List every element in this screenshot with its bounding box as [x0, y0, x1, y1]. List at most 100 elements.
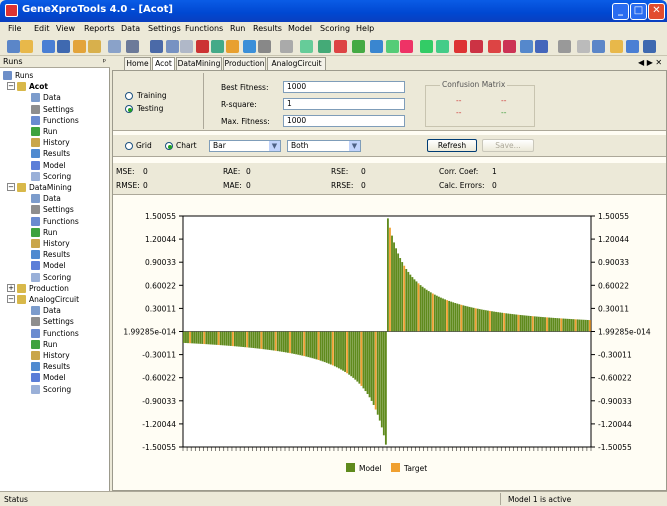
toolbar-tool-icon[interactable]: [334, 40, 347, 53]
tree-item-scoring[interactable]: Scoring: [43, 384, 71, 395]
toolbar-tool-icon[interactable]: [370, 40, 383, 53]
tree-item-results[interactable]: Results: [43, 148, 70, 159]
toolbar-tool-icon[interactable]: [454, 40, 467, 53]
tree-item-history[interactable]: History: [43, 137, 70, 148]
tree-root-runs[interactable]: Runs: [15, 70, 33, 81]
toolbar-tool-icon[interactable]: [577, 40, 590, 53]
expand-icon[interactable]: +: [7, 283, 15, 292]
toolbar-tool-icon[interactable]: [610, 40, 623, 53]
tab-analogcircuit[interactable]: AnalogCircuit: [267, 57, 326, 70]
menu-reports[interactable]: Reports: [84, 24, 115, 33]
tree-item-scoring[interactable]: Scoring: [43, 171, 71, 182]
best-fitness-field[interactable]: 1000: [283, 81, 405, 93]
tree-item-data[interactable]: Data: [43, 193, 61, 204]
tree-item-run[interactable]: Run: [43, 126, 57, 137]
tree-run-acot[interactable]: Acot: [29, 81, 48, 92]
toolbar-tool-icon[interactable]: [643, 40, 656, 53]
toolbar-tool-icon[interactable]: [592, 40, 605, 53]
tree-item-settings[interactable]: Settings: [43, 204, 74, 215]
tab-acot[interactable]: Acot: [152, 57, 175, 70]
toolbar-tool-icon[interactable]: [420, 40, 433, 53]
refresh-button[interactable]: Refresh: [427, 139, 477, 152]
toolbar-tool-icon[interactable]: [300, 40, 313, 53]
toolbar-tool-icon[interactable]: [626, 40, 639, 53]
toolbar-tool-icon[interactable]: [20, 40, 33, 53]
max-fitness-field[interactable]: 1000: [283, 115, 405, 127]
menu-functions[interactable]: Functions: [185, 24, 223, 33]
toolbar-tool-icon[interactable]: [352, 40, 365, 53]
minimize-button[interactable]: _: [612, 3, 629, 20]
tree-run-datamining[interactable]: DataMining: [29, 182, 72, 193]
toolbar-tool-icon[interactable]: [400, 40, 413, 53]
tree-item-model[interactable]: Model: [43, 260, 66, 271]
toolbar-tool-icon[interactable]: [126, 40, 139, 53]
toolbar-tool-icon[interactable]: [73, 40, 86, 53]
toolbar-tool-icon[interactable]: [196, 40, 209, 53]
tree-item-run[interactable]: Run: [43, 339, 57, 350]
tab-datamining[interactable]: DataMining: [176, 57, 222, 70]
tree-item-model[interactable]: Model: [43, 160, 66, 171]
tree-item-data[interactable]: Data: [43, 92, 61, 103]
tree-item-run[interactable]: Run: [43, 227, 57, 238]
menu-settings[interactable]: Settings: [148, 24, 181, 33]
chart-radio[interactable]: [165, 142, 173, 150]
menu-view[interactable]: View: [56, 24, 75, 33]
tree-item-model[interactable]: Model: [43, 372, 66, 383]
tree-item-functions[interactable]: Functions: [43, 115, 79, 126]
menu-results[interactable]: Results: [253, 24, 282, 33]
tab-home[interactable]: Home: [124, 57, 151, 70]
toolbar-tool-icon[interactable]: [211, 40, 224, 53]
grid-radio[interactable]: [125, 142, 133, 150]
testing-radio[interactable]: [125, 105, 133, 113]
toolbar-tool-icon[interactable]: [57, 40, 70, 53]
tree-run-production[interactable]: Production: [29, 283, 69, 294]
toolbar-tool-icon[interactable]: [436, 40, 449, 53]
pin-icon[interactable]: ᵖ: [103, 56, 106, 67]
menu-edit[interactable]: Edit: [34, 24, 50, 33]
tree-item-scoring[interactable]: Scoring: [43, 272, 71, 283]
collapse-icon[interactable]: −: [7, 183, 15, 191]
tab-nav-arrows[interactable]: ◀ ▶ ✕: [638, 58, 662, 67]
toolbar-tool-icon[interactable]: [243, 40, 256, 53]
save-button[interactable]: Save...: [482, 139, 534, 152]
tree-item-history[interactable]: History: [43, 238, 70, 249]
series-select[interactable]: Both ▼: [287, 140, 361, 152]
tree-item-data[interactable]: Data: [43, 305, 61, 316]
chart-type-select[interactable]: Bar ▼: [209, 140, 281, 152]
toolbar-tool-icon[interactable]: [88, 40, 101, 53]
tree-item-functions[interactable]: Functions: [43, 216, 79, 227]
maximize-button[interactable]: □: [630, 3, 647, 20]
toolbar-tool-icon[interactable]: [470, 40, 483, 53]
toolbar-tool-icon[interactable]: [180, 40, 193, 53]
collapse-icon[interactable]: −: [7, 295, 15, 303]
tree-item-functions[interactable]: Functions: [43, 328, 79, 339]
toolbar-tool-icon[interactable]: [150, 40, 163, 53]
menu-help[interactable]: Help: [356, 24, 374, 33]
toolbar-tool-icon[interactable]: [488, 40, 501, 53]
training-radio[interactable]: [125, 92, 133, 100]
menu-scoring[interactable]: Scoring: [320, 24, 350, 33]
tree-item-results[interactable]: Results: [43, 249, 70, 260]
tree-item-settings[interactable]: Settings: [43, 104, 74, 115]
toolbar-tool-icon[interactable]: [166, 40, 179, 53]
menu-model[interactable]: Model: [288, 24, 312, 33]
tree-item-settings[interactable]: Settings: [43, 316, 74, 327]
collapse-icon[interactable]: −: [7, 82, 15, 91]
toolbar-tool-icon[interactable]: [503, 40, 516, 53]
toolbar-tool-icon[interactable]: [258, 40, 271, 53]
close-button[interactable]: ✕: [648, 3, 665, 20]
toolbar-tool-icon[interactable]: [42, 40, 55, 53]
tab-production[interactable]: Production: [223, 57, 266, 70]
toolbar-tool-icon[interactable]: [318, 40, 331, 53]
toolbar-tool-icon[interactable]: [108, 40, 121, 53]
rsquare-field[interactable]: 1: [283, 98, 405, 110]
toolbar-tool-icon[interactable]: [558, 40, 571, 53]
menu-data[interactable]: Data: [121, 24, 140, 33]
toolbar-tool-icon[interactable]: [386, 40, 399, 53]
menu-file[interactable]: File: [8, 24, 21, 33]
toolbar-tool-icon[interactable]: [535, 40, 548, 53]
tree-item-history[interactable]: History: [43, 350, 70, 361]
toolbar-tool-icon[interactable]: [520, 40, 533, 53]
menu-run[interactable]: Run: [230, 24, 245, 33]
toolbar-tool-icon[interactable]: [226, 40, 239, 53]
